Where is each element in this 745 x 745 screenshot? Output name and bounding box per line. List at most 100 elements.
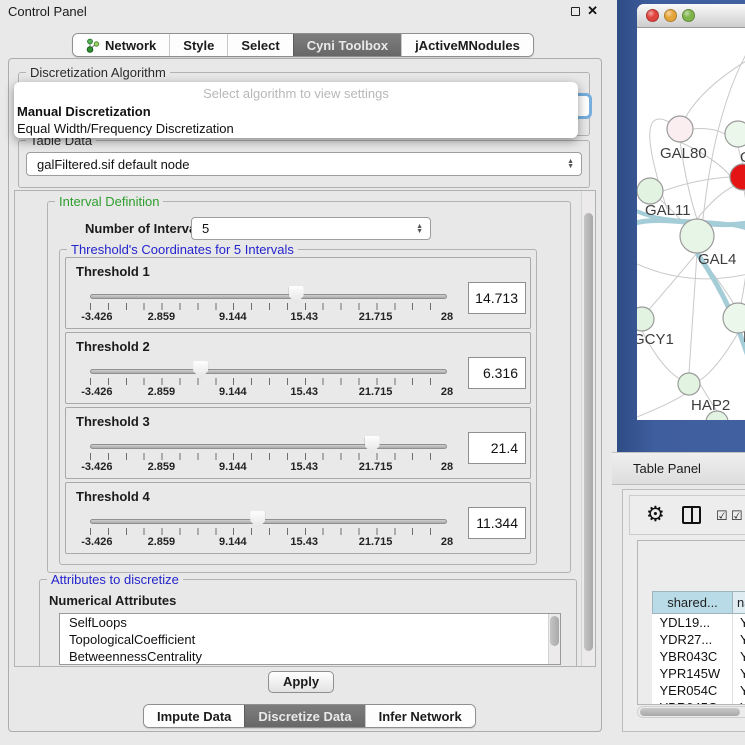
table-cell[interactable]: YPR145W xyxy=(653,665,733,682)
settings-scrollbar[interactable] xyxy=(581,191,595,666)
column-header-name[interactable]: na xyxy=(733,592,745,614)
table-row[interactable]: YDL19...YDL1 xyxy=(653,614,745,631)
threshold-slider-track[interactable] xyxy=(90,444,447,449)
slider-ticks xyxy=(90,378,448,385)
column-header-shared-name[interactable]: shared... xyxy=(653,592,733,614)
network-node-gcy1[interactable] xyxy=(637,307,654,331)
tick-label: 9.144 xyxy=(219,461,247,473)
network-edge[interactable] xyxy=(680,44,745,129)
close-traffic-light[interactable] xyxy=(646,9,659,22)
table-row[interactable]: YBR043CYBR0 xyxy=(653,648,745,665)
network-edge[interactable] xyxy=(663,177,730,191)
network-edge[interactable] xyxy=(697,186,734,219)
numerical-attributes-list[interactable]: SelfLoopsTopologicalCoefficientBetweenne… xyxy=(59,613,561,665)
tab-impute-data[interactable]: Impute Data xyxy=(144,705,244,727)
checked-checkbox-icon[interactable]: ☑ xyxy=(716,508,728,524)
gear-icon[interactable]: ⚙ xyxy=(646,501,665,529)
table-cell[interactable]: YER054C xyxy=(653,682,733,699)
tab-label: Style xyxy=(183,38,214,53)
node-table-clip: shared... na YDL19...YDL1YDR27...YDR2YBR… xyxy=(637,540,745,705)
float-window-icon[interactable] xyxy=(571,7,580,16)
table-cell[interactable]: YDL19... xyxy=(653,614,733,631)
table-data-combobox[interactable]: galFiltered.sif default node ▲▼ xyxy=(26,152,582,176)
tab-jactivemnodules[interactable]: jActiveMNodules xyxy=(401,34,533,56)
table-cell[interactable]: YPR1 xyxy=(733,665,745,682)
tab-network[interactable]: Network xyxy=(73,34,169,56)
table-cell[interactable]: YBR043C xyxy=(653,648,733,665)
slider-tick-labels: -3.4262.8599.14415.4321.71528 xyxy=(90,536,447,549)
network-edge[interactable] xyxy=(699,333,738,381)
table-cell[interactable]: YBR0 xyxy=(733,648,745,665)
network-edge[interactable] xyxy=(689,253,697,373)
tab-discretize-data[interactable]: Discretize Data xyxy=(244,705,364,727)
network-node-gal80[interactable] xyxy=(667,116,693,142)
tick-label: 15.43 xyxy=(290,311,318,323)
table-cell[interactable]: YDL1 xyxy=(733,614,745,631)
tab-infer-network[interactable]: Infer Network xyxy=(365,705,475,727)
table-row[interactable]: YBR045CYBR0 xyxy=(653,699,745,706)
table-cell[interactable]: YBR045C xyxy=(653,699,733,706)
checked-checkbox-icon[interactable]: ☑ xyxy=(731,508,743,524)
attribute-list-item[interactable]: BetweennessCentrality xyxy=(60,648,560,665)
algorithm-option-1[interactable]: Equal Width/Frequency Discretization xyxy=(14,120,578,137)
tick-label: 2.859 xyxy=(148,386,176,398)
threshold-slider-thumb[interactable] xyxy=(365,436,380,454)
tab-style[interactable]: Style xyxy=(169,34,227,56)
stepper-arrows-icon: ▲▼ xyxy=(567,159,574,169)
network-node-label: HAP2 xyxy=(691,397,730,414)
table-horizontal-scrollbar[interactable] xyxy=(637,706,745,718)
split-columns-icon[interactable] xyxy=(682,506,701,524)
tick-label: -3.426 xyxy=(81,386,112,398)
threshold-slider-thumb[interactable] xyxy=(289,286,304,304)
table-row[interactable]: YER054CYER0 xyxy=(653,682,745,699)
table-cell[interactable]: YDR2 xyxy=(733,631,745,648)
network-node-gal11[interactable] xyxy=(637,178,663,204)
algorithm-dropdown-popup: Select algorithm to view settings Manual… xyxy=(14,82,578,138)
algorithm-prompt-option[interactable]: Select algorithm to view settings xyxy=(14,85,578,103)
network-edge[interactable] xyxy=(693,129,725,134)
close-icon[interactable]: ✕ xyxy=(587,3,598,19)
threshold-value-field[interactable]: 21.4 xyxy=(468,432,526,464)
table-row[interactable]: YDR27...YDR2 xyxy=(653,631,745,648)
table-scrollbar-thumb[interactable] xyxy=(640,708,740,716)
threshold-slider-track[interactable] xyxy=(90,294,447,299)
tab-select[interactable]: Select xyxy=(227,34,292,56)
table-cell[interactable]: YBR0 xyxy=(733,699,745,706)
attribute-list-item[interactable]: TopologicalCoefficient xyxy=(60,631,560,648)
threshold-value-field[interactable]: 11.344 xyxy=(468,507,526,539)
network-edge[interactable] xyxy=(637,391,689,419)
tick-label: 15.43 xyxy=(290,461,318,473)
network-edge[interactable] xyxy=(738,190,745,318)
table-cell[interactable]: YDR27... xyxy=(653,631,733,648)
settings-scrollbar-thumb[interactable] xyxy=(584,213,593,651)
slider-tick-labels: -3.4262.8599.14415.4321.71528 xyxy=(90,461,447,474)
threshold-slider-track[interactable] xyxy=(90,519,447,524)
minimize-traffic-light[interactable] xyxy=(664,9,677,22)
zoom-traffic-light[interactable] xyxy=(682,9,695,22)
table-cell[interactable]: YER0 xyxy=(733,682,745,699)
network-node-ga[interactable] xyxy=(725,121,745,147)
num-intervals-combobox[interactable]: 5 ▲▼ xyxy=(191,217,431,240)
network-node-gal4[interactable] xyxy=(680,219,714,253)
apply-button[interactable]: Apply xyxy=(268,671,334,693)
threshold-value-field[interactable]: 14.713 xyxy=(468,282,526,314)
interval-definition-title: Interval Definition xyxy=(55,195,163,208)
table-row[interactable]: YPR145WYPR1 xyxy=(653,665,745,682)
top-tab-bar: Network Style SelectCyni ToolboxjActiveMNo… xyxy=(72,33,534,57)
attribute-list-item[interactable]: SelfLoops xyxy=(60,614,560,631)
tick-label: 15.43 xyxy=(290,386,318,398)
algorithm-option-0[interactable]: Manual Discretization xyxy=(14,103,578,120)
network-node-hap2[interactable] xyxy=(678,373,700,395)
network-edge[interactable] xyxy=(645,253,697,314)
threshold-slider-thumb[interactable] xyxy=(250,511,265,529)
network-canvas[interactable]: GAL80GACGAL11GAL4GCY1HHAP2 xyxy=(637,29,745,420)
table-data-value: galFiltered.sif default node xyxy=(37,157,189,172)
threshold-value-field[interactable]: 6.316 xyxy=(468,357,526,389)
attributes-scrollbar-thumb[interactable] xyxy=(550,616,559,646)
threshold-slider-thumb[interactable] xyxy=(193,361,208,379)
threshold-slider-track[interactable] xyxy=(90,369,447,374)
num-intervals-value: 5 xyxy=(202,221,209,236)
attributes-scrollbar[interactable] xyxy=(548,614,560,664)
network-node-c[interactable] xyxy=(730,164,745,190)
tab-cyni-toolbox[interactable]: Cyni Toolbox xyxy=(293,34,401,56)
